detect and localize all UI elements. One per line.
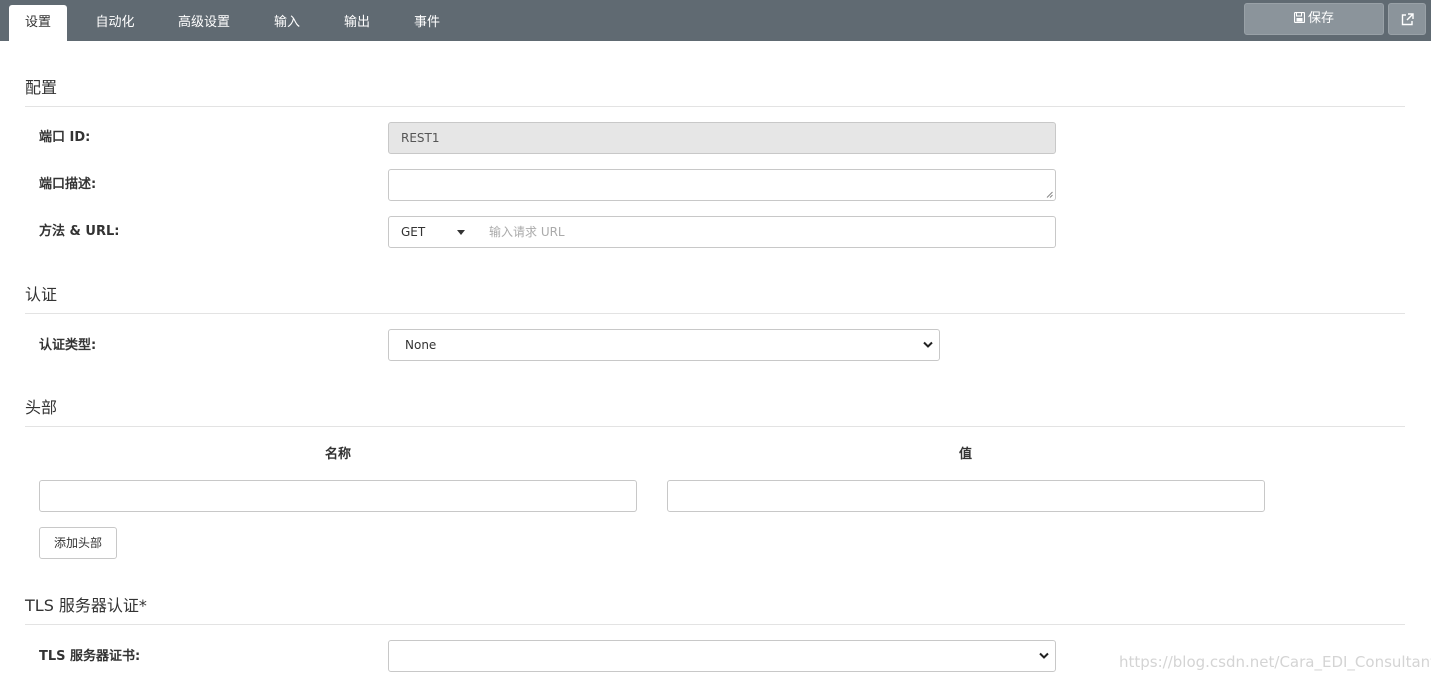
save-button[interactable]: 保存 <box>1244 3 1384 35</box>
external-link-icon <box>1401 13 1414 26</box>
auth-type-value: None <box>405 338 437 352</box>
http-method-dropdown[interactable]: GET <box>388 216 478 248</box>
auth-type-select[interactable]: None <box>388 329 940 361</box>
tab-input[interactable]: 输入 <box>262 5 312 41</box>
request-url-input[interactable]: 输入请求 URL <box>477 216 1056 248</box>
save-button-label: 保存 <box>1307 11 1334 26</box>
header-name-input[interactable] <box>39 480 637 512</box>
caret-down-icon <box>457 230 465 235</box>
tab-output[interactable]: 输出 <box>332 5 382 41</box>
header-value-input[interactable] <box>667 480 1265 512</box>
auth-type-label: 认证类型: <box>39 338 97 353</box>
open-external-button[interactable] <box>1388 3 1426 35</box>
tab-automation[interactable]: 自动化 <box>84 5 146 41</box>
tab-events[interactable]: 事件 <box>402 5 452 41</box>
chevron-down-icon <box>1039 652 1049 659</box>
top-tab-bar: 设置 自动化 高级设置 输入 输出 事件 保存 <box>0 0 1431 41</box>
header-col-name: 名称 <box>325 447 352 462</box>
tab-advanced-settings[interactable]: 高级设置 <box>168 5 240 41</box>
tls-cert-label: TLS 服务器证书: <box>39 649 141 664</box>
request-url-placeholder: 输入请求 URL <box>489 225 565 239</box>
chevron-down-icon <box>923 341 933 348</box>
http-method-value: GET <box>401 225 426 239</box>
header-col-value: 值 <box>959 447 973 462</box>
section-title-tls: TLS 服务器认证* <box>25 595 1405 625</box>
section-title-auth: 认证 <box>25 284 1405 314</box>
tls-cert-select[interactable] <box>388 640 1056 672</box>
port-desc-label: 端口描述: <box>39 177 97 192</box>
port-desc-textarea[interactable] <box>388 169 1056 201</box>
watermark: https://blog.csdn.net/Cara_EDI_Consultan… <box>1119 653 1431 671</box>
method-url-label: 方法 & URL: <box>39 224 120 239</box>
resize-grip-icon[interactable] <box>1046 191 1053 198</box>
floppy-disk-icon <box>1293 5 1306 24</box>
tab-settings[interactable]: 设置 <box>9 5 67 41</box>
section-title-config: 配置 <box>25 77 1405 107</box>
port-id-field: REST1 <box>388 122 1056 154</box>
add-header-button[interactable]: 添加头部 <box>39 527 117 559</box>
port-id-label: 端口 ID: <box>39 130 91 145</box>
section-title-headers: 头部 <box>25 397 1405 427</box>
